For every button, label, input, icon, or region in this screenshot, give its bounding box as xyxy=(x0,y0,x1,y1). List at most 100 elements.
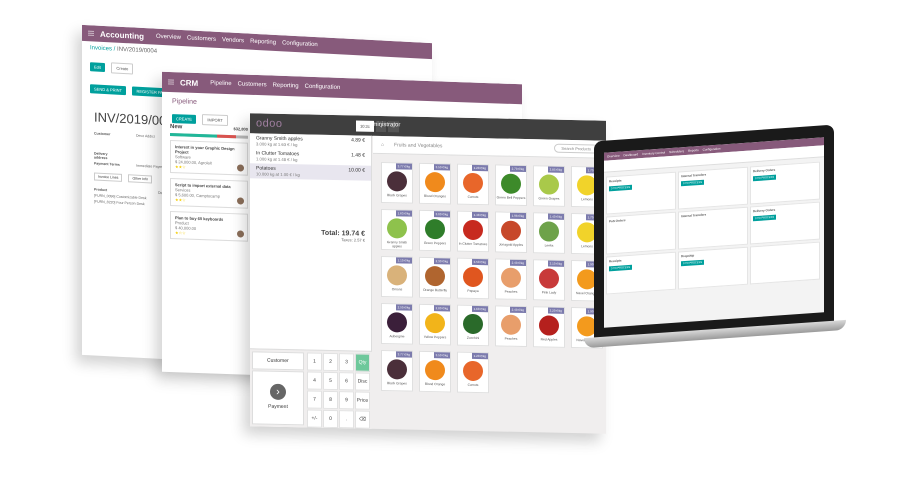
product-card[interactable]: 2.40 €/kg Peaches xyxy=(495,305,527,348)
product-card[interactable]: 2.10 €/kg Pink Lady xyxy=(533,259,565,301)
operation-card[interactable]: Delivery Orders 3 TO PROCESS xyxy=(750,201,820,245)
numpad-key[interactable]: Price xyxy=(355,391,370,410)
operation-card[interactable]: Internal Transfers xyxy=(678,206,748,250)
numpad-key[interactable]: 1 xyxy=(307,352,322,371)
product-card[interactable]: 3.50 €/kg Blood Orange xyxy=(419,350,451,393)
operation-card[interactable]: Receipts 3 TO PROCESS xyxy=(606,171,676,215)
lead-card[interactable]: Script to import external data Services … xyxy=(170,177,248,209)
to-process-button[interactable]: 3 TO PROCESS xyxy=(681,179,705,187)
category-breadcrumb[interactable]: Fruits and Vegetables xyxy=(394,142,442,149)
operation-name: Delivery Orders xyxy=(753,207,776,214)
product-card[interactable]: 1.40 €/kg Leeks xyxy=(533,212,565,254)
product-card[interactable]: 3.00 €/kg Green Peppers xyxy=(419,209,451,252)
menu-configuration[interactable]: Configuration xyxy=(282,40,318,48)
numpad-key[interactable]: 5 xyxy=(323,371,338,391)
product-name: Jonagold Apples xyxy=(498,242,524,247)
product-card[interactable]: 1.10 €/kg Onions xyxy=(381,256,413,298)
product-price: 2.10 €/kg xyxy=(547,260,564,267)
numpad-key[interactable]: 0 xyxy=(323,409,338,429)
numpad-key[interactable]: 4 xyxy=(307,371,322,390)
to-process-button[interactable]: 3 TO PROCESS xyxy=(681,259,705,267)
to-process-button[interactable]: 3 TO PROCESS xyxy=(753,214,777,222)
product-card[interactable]: 1.98 €/kg Jonagold Apples xyxy=(495,211,527,254)
product-image xyxy=(463,172,483,194)
menu-overview[interactable]: Overview xyxy=(156,34,181,41)
operation-card[interactable]: Internal Transfers 3 TO PROCESS xyxy=(678,166,748,210)
product-card[interactable]: 1.20 €/kg Carrots xyxy=(457,163,489,206)
menu-pipeline[interactable]: Pipeline xyxy=(210,80,231,87)
product-name: Peaches xyxy=(504,336,518,341)
lead-card[interactable]: Plan to buy 60 keyboards Product $ 40,00… xyxy=(170,210,248,242)
menu-configuration[interactable]: Configuration xyxy=(305,84,341,91)
import-button[interactable]: IMPORT xyxy=(202,114,228,127)
tab-other-info[interactable]: Other Info xyxy=(128,174,153,184)
product-card[interactable]: 1.20 €/kg Carrots xyxy=(457,351,489,394)
numpad-key[interactable]: 6 xyxy=(339,372,354,391)
payment-button[interactable]: › Payment xyxy=(252,370,304,426)
product-price: 3.50 €/kg xyxy=(433,352,450,359)
menu-vendors[interactable]: Vendors xyxy=(222,37,244,44)
menu-item[interactable]: Configuration xyxy=(703,147,721,152)
column-progressbar[interactable] xyxy=(170,132,248,139)
numpad-key[interactable]: 2 xyxy=(323,352,338,372)
product-card[interactable]: 2.85 €/kg Green Grapes xyxy=(533,165,565,207)
operation-card[interactable]: Delivery Orders 3 TO PROCESS xyxy=(750,161,820,205)
search-input[interactable]: Search Products xyxy=(554,143,598,154)
to-process-button[interactable]: 3 TO PROCESS xyxy=(609,264,633,272)
product-card[interactable]: 3.50 €/kg Blood Oranges xyxy=(419,162,451,205)
kanban-cards: Interest in your Graphic Design Project … xyxy=(170,139,248,242)
user-name[interactable]: Administrator xyxy=(365,122,400,129)
tab-invoice-lines[interactable]: Invoice Lines xyxy=(94,172,123,182)
numpad-key[interactable]: 3 xyxy=(339,353,354,372)
create-button[interactable]: Create xyxy=(111,62,134,75)
priority-stars-icon[interactable]: ★☆☆ xyxy=(175,230,243,237)
numpad-key[interactable]: . xyxy=(339,410,354,429)
home-icon[interactable]: ⌂ xyxy=(381,142,384,148)
numpad-key[interactable]: ⌫ xyxy=(355,410,370,429)
operation-card[interactable] xyxy=(750,241,820,285)
operation-card[interactable]: PoS Orders xyxy=(606,211,676,255)
create-button[interactable]: CREATE xyxy=(172,114,196,124)
product-image xyxy=(425,312,445,334)
product-card[interactable]: 3.77 €/kg Black Grapes xyxy=(381,162,413,204)
product-card[interactable]: 3.77 €/kg Black Grapes xyxy=(381,350,413,392)
lead-card[interactable]: Interest in your Graphic Design Project … xyxy=(170,139,248,176)
operation-card[interactable]: Dropship 3 TO PROCESS xyxy=(678,246,748,290)
product-card[interactable]: 2.80 €/kg Yellow Peppers xyxy=(419,303,451,346)
product-card[interactable]: 3.50 €/kg Papaya xyxy=(457,257,489,300)
to-process-button[interactable]: 3 TO PROCESS xyxy=(609,184,633,192)
apps-grid-icon[interactable] xyxy=(88,30,94,37)
menu-customers[interactable]: Customers xyxy=(187,35,216,43)
menu-item[interactable]: Reports xyxy=(688,148,699,153)
numpad-key[interactable]: Qty xyxy=(355,353,370,372)
product-card[interactable]: 2.40 €/kg Peaches xyxy=(495,258,527,301)
product-card[interactable]: 1.63 €/kg Granny Smith apples xyxy=(381,209,413,251)
numpad-key[interactable]: Disc xyxy=(355,372,370,391)
to-process-button[interactable]: 3 TO PROCESS xyxy=(753,174,777,182)
edit-button[interactable]: Edit xyxy=(90,62,105,73)
send-print-button[interactable]: SEND & PRINT xyxy=(90,84,127,96)
product-card[interactable]: 2.20 €/kg Red Apples xyxy=(533,306,565,348)
operation-card[interactable]: Receipts 3 TO PROCESS xyxy=(606,251,676,295)
menu-item[interactable]: Overview xyxy=(607,154,620,159)
menu-item[interactable]: Schedulers xyxy=(669,149,684,154)
numpad-key[interactable]: 8 xyxy=(323,390,338,410)
product-image xyxy=(463,360,483,382)
numpad-key[interactable]: +/- xyxy=(307,409,322,428)
numpad-key[interactable]: 9 xyxy=(339,391,354,410)
menu-item[interactable]: Inventory Control xyxy=(642,150,665,156)
menu-reporting[interactable]: Reporting xyxy=(273,83,299,90)
product-card[interactable]: 2.50 €/kg Aubergine xyxy=(381,303,413,345)
breadcrumb-invoices[interactable]: Invoices xyxy=(90,45,112,52)
customer-button[interactable]: Customer xyxy=(252,351,304,371)
product-card[interactable]: 1.60 €/kg Zucchini xyxy=(457,304,489,347)
apps-grid-icon[interactable] xyxy=(168,78,174,86)
menu-customers[interactable]: Customers xyxy=(238,81,267,88)
product-card[interactable]: 1.48 €/kg In Clutter Tomatoes xyxy=(457,210,489,253)
product-card[interactable]: 2.30 €/kg Orange Butterfly xyxy=(419,256,451,299)
product-card[interactable]: 2.70 €/kg Green Bell Peppers xyxy=(495,164,527,207)
menu-reporting[interactable]: Reporting xyxy=(250,39,276,46)
customer-value[interactable]: Deco Addict xyxy=(136,134,155,139)
numpad-key[interactable]: 7 xyxy=(307,390,322,409)
menu-item[interactable]: Dashboard xyxy=(624,152,639,157)
